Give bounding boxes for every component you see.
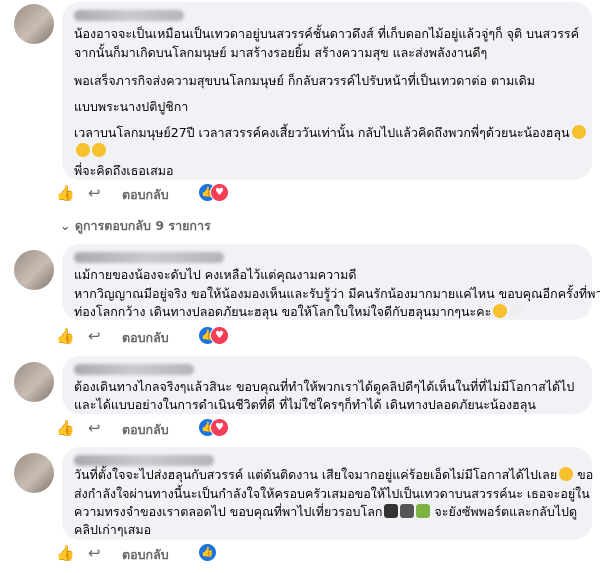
comment-text-line: เวลาบนโลกมนุษย์27ปี เวลาสวรรค์คงเสี้ยววั… bbox=[74, 123, 586, 142]
comment-text: จะยังซัพพอร์ตและกลับไปดู bbox=[434, 504, 578, 519]
comment-bubble: แม้กายของน้องจะดับไป คงเหลือไว้แต่คุณงาม… bbox=[62, 244, 600, 321]
avatar[interactable] bbox=[14, 453, 54, 493]
comment-text: ท่องโลกกว้าง เดินทางปลอดภัยนะฮลุน ขอให้โ… bbox=[74, 304, 492, 319]
reply-arrow-icon[interactable]: ↩ bbox=[88, 184, 106, 202]
reply-button[interactable]: ตอบกลับ bbox=[122, 185, 169, 205]
commenter-name[interactable] bbox=[74, 364, 194, 375]
avatar[interactable] bbox=[14, 362, 54, 402]
thumbs-up-icon[interactable]: 👍 bbox=[56, 184, 75, 202]
reply-arrow-icon[interactable]: ↩ bbox=[88, 419, 106, 437]
comment-text-line: แบบพระนางปติปูชิกา bbox=[74, 99, 189, 114]
comment-text-line: ส่งกำลังใจผ่านทางนี้นะเป็นกำลังใจให้ครอบ… bbox=[74, 486, 590, 501]
thumbs-up-icon[interactable]: 👍 bbox=[56, 327, 75, 345]
comment-text-line: วันที่ตั้งใจจะไปส่งฮลุนกับสวรรค์ แต่ดันต… bbox=[74, 465, 593, 484]
comment-text-line: พี่จะคิดถึงเธอเสมอ bbox=[74, 163, 174, 178]
love-reaction-icon: ♥ bbox=[210, 326, 229, 345]
love-reaction-icon: ♥ bbox=[210, 418, 229, 437]
thumbs-up-icon[interactable]: 👍 bbox=[56, 544, 75, 562]
comment-text: เวลาบนโลกมนุษย์27ปี เวลาสวรรค์คงเสี้ยววั… bbox=[74, 125, 570, 140]
bouquet-emoji-icon bbox=[416, 504, 431, 518]
comment-text: ความทรงจำของเราตลอดไป ขอบคุณที่พาไปเที่ย… bbox=[74, 504, 383, 519]
commenter-name[interactable] bbox=[74, 10, 184, 21]
comment-text-line: คลิปเก่าๆเสมอ bbox=[74, 522, 152, 537]
comment-bubble: ต้องเดินทางไกลจริงๆแล้วสินะ ขอบคุณที่ทำใ… bbox=[62, 356, 592, 414]
love-reaction-icon: ♥ bbox=[210, 183, 229, 202]
heart-face-emoji-icon bbox=[571, 125, 586, 139]
emoji-row bbox=[74, 141, 106, 160]
reply-button[interactable]: ตอบกลับ bbox=[122, 328, 169, 348]
view-replies-label: ดูการตอบกลับ 9 รายการ bbox=[74, 218, 211, 233]
chevron-down-icon: ⌄ bbox=[60, 218, 75, 233]
heart-face-emoji-icon bbox=[76, 143, 90, 157]
comment-text: ขอ bbox=[577, 467, 594, 482]
avatar[interactable] bbox=[14, 4, 54, 44]
comment-text-line: ท่องโลกกว้าง เดินทางปลอดภัยนะฮลุน ขอให้โ… bbox=[74, 302, 524, 321]
reply-button[interactable]: ตอบกลับ bbox=[122, 420, 169, 440]
avatar[interactable] bbox=[14, 250, 54, 290]
reply-arrow-icon[interactable]: ↩ bbox=[88, 327, 106, 345]
reply-arrow-icon[interactable]: ↩ bbox=[88, 544, 106, 562]
comment-bubble: น้องอาจจะเป็นเหมือนเป็นเทวดาอยู่บนสวรรค์… bbox=[62, 2, 592, 180]
heart-face-emoji-icon bbox=[92, 143, 106, 157]
sad-face-emoji-icon bbox=[559, 467, 574, 481]
view-replies-link[interactable]: ⌄ ดูการตอบกลับ 9 รายการ bbox=[60, 216, 211, 236]
comment-text-line: ต้องเดินทางไกลจริงๆแล้วสินะ ขอบคุณที่ทำใ… bbox=[74, 379, 575, 394]
reply-button[interactable]: ตอบกลับ bbox=[122, 545, 169, 565]
thumbs-up-icon[interactable]: 👍 bbox=[56, 419, 75, 437]
comment-text-line: หากวิญญาณมีอยู่จริง ขอให้น้องมองเห็นและร… bbox=[74, 286, 600, 301]
pleading-face-emoji-icon bbox=[493, 304, 508, 318]
comment-text-line: แม้กายของน้องจะดับไป คงเหลือไว้แต่คุณงาม… bbox=[74, 267, 357, 282]
like-reaction-icon: 👍 bbox=[198, 543, 217, 562]
commenter-name[interactable] bbox=[74, 252, 224, 263]
comment-bubble: วันที่ตั้งใจจะไปส่งฮลุนกับสวรรค์ แต่ดันต… bbox=[62, 447, 593, 540]
comment-text-line: น้องอาจจะเป็นเหมือนเป็นเทวดาอยู่บนสวรรค์… bbox=[74, 26, 579, 41]
comment-text: วันที่ตั้งใจจะไปส่งฮลุนกับสวรรค์ แต่ดันต… bbox=[74, 467, 558, 482]
black-heart-emoji-icon bbox=[384, 504, 399, 518]
comment-text-line: จากนั้นก็มาเกิดบนโลกมนุษย์ มาสร้างรอยยิ้… bbox=[74, 45, 488, 60]
praying-hands-emoji-icon bbox=[509, 304, 524, 318]
comment-text-line: ความทรงจำของเราตลอดไป ขอบคุณที่พาไปเที่ย… bbox=[74, 502, 577, 521]
fireworks-emoji-icon bbox=[400, 504, 415, 518]
comment-text-line: พอเสร็จภารกิจส่งความสุขบนโลกมนุษย์ ก็กลั… bbox=[74, 73, 535, 88]
comment-text-line: และได้แบบอย่างในการดำเนินชีวิตที่ดี ที่ไ… bbox=[74, 397, 536, 412]
